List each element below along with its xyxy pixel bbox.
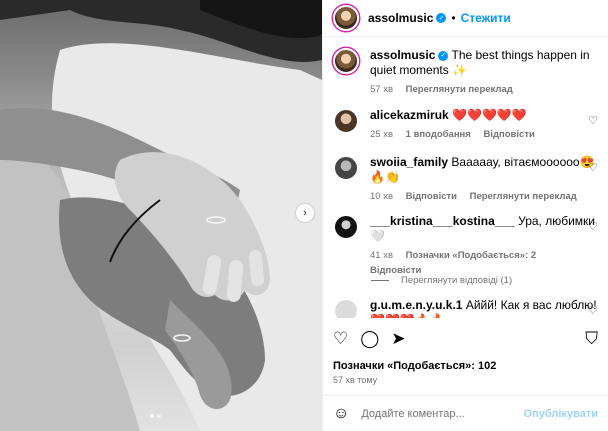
comment-row: alicekazmiruk ❤️❤️❤️❤️❤️ 25 хв 1 вподоба…	[333, 108, 598, 142]
post-view: › assolmusic ✓ • Стежити assolmusic ✓ The…	[0, 0, 608, 431]
comment-row: ___kristina___kostina___ Ура, любимки 🤍 …	[333, 214, 598, 278]
caption-username[interactable]: assolmusic	[370, 48, 435, 62]
comment-body: swoiia_family Вааааау, вітаємоооооо😍🔥👏 1…	[370, 155, 598, 204]
comment-username[interactable]: g.u.m.e.n.y.u.k.1	[370, 298, 462, 312]
comment-time: 41 хв	[370, 250, 394, 261]
verified-icon: ✓	[438, 50, 449, 61]
carousel-dots	[150, 414, 161, 418]
carousel-dot	[157, 414, 161, 418]
comments-list[interactable]: assolmusic ✓ The best things happen in qu…	[323, 38, 608, 318]
verified-icon: ✓	[436, 13, 447, 23]
commenter-avatar[interactable]	[333, 298, 359, 318]
caption-translate-link[interactable]: Переглянути переклад	[406, 84, 513, 95]
caption-row: assolmusic ✓ The best things happen in qu…	[333, 48, 598, 97]
comment-username[interactable]: alicekazmiruk	[370, 108, 449, 122]
heart-icon[interactable]: ♡	[333, 330, 348, 347]
comment-username[interactable]: swoiia_family	[370, 155, 448, 169]
carousel-dot	[150, 414, 154, 418]
comment-username[interactable]: ___kristina___kostina___	[370, 214, 515, 228]
comment-meta: 25 хв 1 вподобання Відповісти	[370, 127, 598, 142]
commenter-avatar[interactable]	[333, 214, 359, 240]
post-header: assolmusic ✓ • Стежити	[323, 0, 608, 37]
bookmark-icon[interactable]: ⛉	[585, 330, 598, 347]
next-photo-button[interactable]: ›	[296, 204, 314, 222]
post-time: 57 хв тому	[333, 375, 378, 385]
comment-body: ___kristina___kostina___ Ура, любимки 🤍 …	[370, 214, 598, 278]
reply-button[interactable]: Відповісти	[406, 191, 457, 202]
post-comment-button[interactable]: Опублікувати	[524, 408, 598, 420]
emoji-icon[interactable]: ☺	[333, 405, 349, 423]
post-photo[interactable]: ›	[0, 0, 322, 431]
comment-row: swoiia_family Вааааау, вітаємоооооо😍🔥👏 1…	[333, 155, 598, 204]
likes-count[interactable]: Позначки «Подобається»: 102	[333, 360, 496, 372]
comment-likes[interactable]: Позначки «Подобається»: 2	[406, 250, 536, 261]
comment-meta: 41 хв Позначки «Подобається»: 2 Відповіс…	[370, 248, 598, 278]
comment-heart-icon[interactable]: ♡	[588, 114, 598, 127]
comment-likes[interactable]: 1 вподобання	[406, 129, 471, 140]
comment-input[interactable]	[361, 407, 524, 420]
action-bar: ♡ ◯ ➤ ⛉	[333, 330, 598, 347]
comment-time: 10 хв	[370, 191, 394, 202]
commenter-avatar[interactable]	[333, 108, 359, 134]
caption-meta: 57 хв Переглянути переклад	[370, 82, 598, 97]
caption-time: 57 хв	[370, 84, 394, 95]
reply-button[interactable]: Відповісти	[483, 129, 534, 140]
comment-heart-icon[interactable]: ♡	[588, 304, 598, 317]
comment-body: alicekazmiruk ❤️❤️❤️❤️❤️ 25 хв 1 вподоба…	[370, 108, 598, 142]
share-icon[interactable]: ➤	[391, 330, 405, 347]
chevron-right-icon: ›	[303, 207, 307, 219]
comment-meta: 10 хв Відповісти Переглянути переклад	[370, 189, 598, 204]
author-avatar[interactable]	[333, 48, 359, 74]
comment-time: 25 хв	[370, 129, 394, 140]
comment-heart-icon[interactable]: ♡	[588, 161, 598, 174]
post-panel: assolmusic ✓ • Стежити assolmusic ✓ The b…	[322, 0, 608, 431]
author-username[interactable]: assolmusic	[368, 11, 433, 25]
comment-heart-icon[interactable]: ♡	[588, 220, 598, 233]
comment-icon[interactable]: ◯	[360, 330, 379, 347]
comment-translate-link[interactable]: Переглянути переклад	[470, 191, 577, 202]
follow-button[interactable]: Стежити	[461, 11, 511, 25]
comment-row: g.u.m.e.n.y.u.k.1 Аййй! Как я вас люблю!…	[333, 298, 598, 318]
author-avatar[interactable]	[333, 5, 359, 31]
comment-composer: ☺ Опублікувати	[323, 395, 608, 431]
hands-illustration	[0, 0, 322, 431]
comment-body: g.u.m.e.n.y.u.k.1 Аййй! Как я вас люблю!…	[370, 298, 598, 318]
caption-body: assolmusic ✓ The best things happen in qu…	[370, 48, 598, 97]
comment-text: ❤️❤️❤️❤️❤️	[452, 108, 527, 122]
view-replies-button[interactable]: Переглянути відповіді (1)	[371, 275, 512, 286]
commenter-avatar[interactable]	[333, 155, 359, 181]
separator-dot: •	[451, 11, 456, 25]
